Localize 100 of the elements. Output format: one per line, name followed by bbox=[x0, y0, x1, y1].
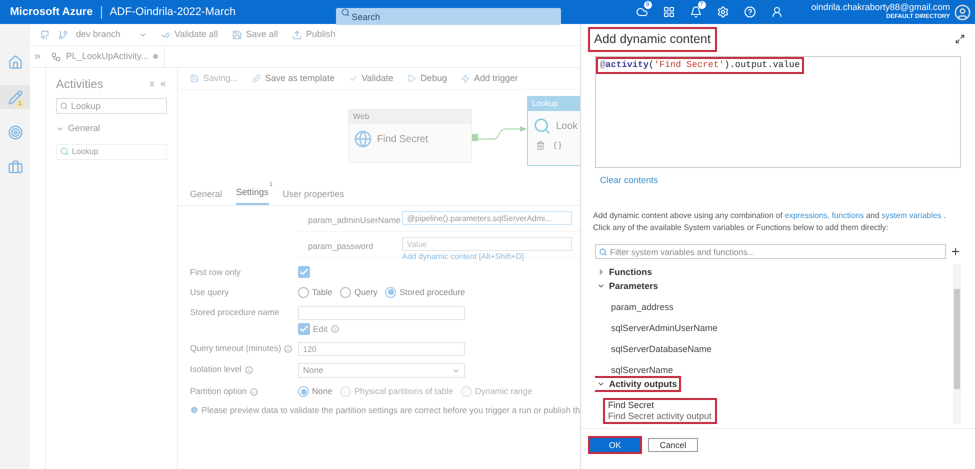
radio-label: Query bbox=[354, 286, 378, 298]
parameter-value-field[interactable]: Value bbox=[402, 237, 572, 251]
dynamic-content-link[interactable]: Add dynamic content [Alt+Shift+D] bbox=[402, 251, 572, 263]
tree-group[interactable]: Parameters bbox=[595, 280, 660, 292]
activity-node[interactable]: Lookup Look bbox=[527, 96, 580, 166]
text-field[interactable] bbox=[298, 306, 465, 320]
collapse-icon[interactable] bbox=[159, 80, 167, 88]
add-icon[interactable] bbox=[950, 246, 961, 258]
expression-editor[interactable]: @activity('Find Secret').output.value bbox=[595, 56, 961, 168]
delete-icon[interactable] bbox=[536, 141, 545, 150]
parameter-value-field[interactable]: @pipeline().parameters.sqlServerAdmi... bbox=[402, 211, 572, 225]
tree-group[interactable]: Functions bbox=[595, 266, 654, 278]
connector-handle[interactable] bbox=[472, 134, 478, 141]
info-icon bbox=[190, 405, 199, 416]
radio-button[interactable] bbox=[340, 286, 352, 298]
checkbox[interactable] bbox=[298, 266, 310, 278]
radio-label: Table bbox=[312, 286, 332, 298]
bell-icon[interactable] bbox=[690, 6, 702, 18]
brand-name[interactable]: Microsoft Azure bbox=[0, 4, 101, 20]
save-icon bbox=[232, 30, 242, 40]
setting-label: Use query bbox=[190, 286, 229, 298]
help-link[interactable]: expressions, functions bbox=[784, 211, 864, 220]
activity-node[interactable]: Web Find Secret bbox=[348, 109, 472, 163]
target-icon[interactable] bbox=[8, 124, 22, 140]
toolbar-button[interactable]: Debug bbox=[420, 72, 447, 86]
code-icon[interactable] bbox=[553, 141, 562, 150]
expression-text: @activity('Find Secret').output.value bbox=[598, 58, 802, 72]
collapse-icon[interactable] bbox=[148, 80, 156, 88]
text-field[interactable]: 120 bbox=[298, 342, 465, 356]
cloud-icon[interactable] bbox=[636, 6, 648, 18]
template-icon bbox=[252, 74, 262, 83]
property-tab[interactable]: User properties bbox=[282, 188, 344, 205]
help-icon[interactable] bbox=[744, 6, 756, 18]
toolbar-button[interactable]: Publish bbox=[306, 28, 336, 42]
ok-button[interactable]: OK bbox=[590, 438, 640, 452]
property-tab[interactable]: General bbox=[190, 188, 222, 205]
search-icon bbox=[60, 102, 68, 110]
toolbar-button[interactable]: Save all bbox=[246, 28, 278, 42]
tree-group[interactable]: Activity outputs bbox=[595, 378, 680, 390]
parameter-item[interactable]: sqlServerName bbox=[611, 364, 953, 376]
radio-label: Stored procedure bbox=[399, 286, 466, 298]
help-text: Click any of the available System variables or Functions below to add them directly: bbox=[593, 222, 890, 234]
search-field[interactable]: Search bbox=[336, 8, 561, 25]
help-link[interactable]: system variables bbox=[882, 211, 942, 220]
check-icon bbox=[348, 74, 358, 83]
pipeline-tab[interactable]: PL_LookUpActivity... bbox=[45, 46, 166, 67]
clear-contents-link[interactable]: Clear contents bbox=[600, 174, 658, 188]
radio-label: Physical partitions of table bbox=[354, 385, 454, 398]
help-text: Add dynamic content above using any combination of expressions, functions and system variables . bbox=[593, 210, 947, 222]
person-icon[interactable] bbox=[770, 6, 783, 18]
expand-icon[interactable] bbox=[955, 34, 965, 44]
radio-label: Dynamic range bbox=[475, 385, 532, 398]
branch-icon bbox=[58, 30, 68, 40]
radio-label: None bbox=[312, 385, 332, 398]
factory-name[interactable]: ADF-Oindrila-2022-March bbox=[102, 4, 236, 20]
cancel-button[interactable]: Cancel bbox=[648, 438, 698, 452]
dropdown[interactable]: None bbox=[298, 363, 465, 378]
save-icon bbox=[190, 74, 199, 83]
avatar-icon[interactable] bbox=[954, 4, 971, 20]
toolbar-button[interactable]: Validate bbox=[362, 72, 394, 86]
filter-field[interactable]: Filter system variables and functions... bbox=[595, 244, 946, 260]
pencil-icon[interactable] bbox=[8, 90, 22, 104]
output-description: Find Secret activity output bbox=[608, 411, 712, 422]
setting-label: Query timeout (minutes) bbox=[190, 342, 282, 355]
play-icon bbox=[407, 74, 416, 83]
activity-output-item[interactable]: Find Secret Find Secret activity output bbox=[605, 400, 715, 422]
user-email[interactable]: oindrila.chakraborty88@gmail.com bbox=[811, 2, 950, 12]
group-header[interactable]: General bbox=[68, 122, 100, 136]
node-name: Look bbox=[556, 120, 578, 134]
chevron-right-icon[interactable] bbox=[597, 268, 605, 276]
activity-item[interactable]: Lookup bbox=[72, 146, 98, 158]
setting-label: Isolation level bbox=[190, 363, 242, 376]
parameter-item[interactable]: param_address bbox=[611, 301, 953, 314]
parameter-item[interactable]: sqlServerDatabaseName bbox=[611, 343, 953, 356]
setting-label: Stored procedure name bbox=[190, 306, 280, 318]
briefcase-icon[interactable] bbox=[8, 160, 22, 174]
checkbox[interactable] bbox=[298, 322, 310, 335]
scrollbar[interactable] bbox=[953, 264, 961, 424]
branch-selector[interactable]: dev branch bbox=[76, 28, 147, 42]
search-field[interactable]: Lookup bbox=[56, 98, 167, 114]
info-icon bbox=[244, 366, 253, 374]
repository-icon[interactable] bbox=[40, 30, 50, 40]
grid-icon[interactable] bbox=[662, 6, 675, 18]
setting-label: First row only bbox=[190, 266, 241, 279]
radio-button[interactable] bbox=[385, 286, 396, 298]
toolbar-button[interactable]: Validate all bbox=[174, 28, 218, 42]
info-icon bbox=[284, 344, 292, 353]
panel-title: Activities bbox=[56, 76, 104, 93]
globe-icon bbox=[354, 130, 372, 148]
home-icon[interactable] bbox=[8, 54, 22, 70]
toolbar-button[interactable]: Add trigger bbox=[474, 72, 518, 86]
toolbar-button[interactable]: Save as template bbox=[265, 72, 335, 86]
radio-button[interactable] bbox=[298, 286, 309, 298]
radio-button[interactable] bbox=[298, 386, 309, 398]
node-type: Web bbox=[349, 110, 471, 124]
dialog-title: Add dynamic content bbox=[590, 29, 715, 50]
parameter-item[interactable]: sqlServerAdminUserName bbox=[611, 322, 953, 334]
magnifier-icon bbox=[60, 147, 69, 156]
property-tab[interactable]: Settings bbox=[236, 186, 269, 205]
settings-icon[interactable] bbox=[716, 6, 729, 18]
